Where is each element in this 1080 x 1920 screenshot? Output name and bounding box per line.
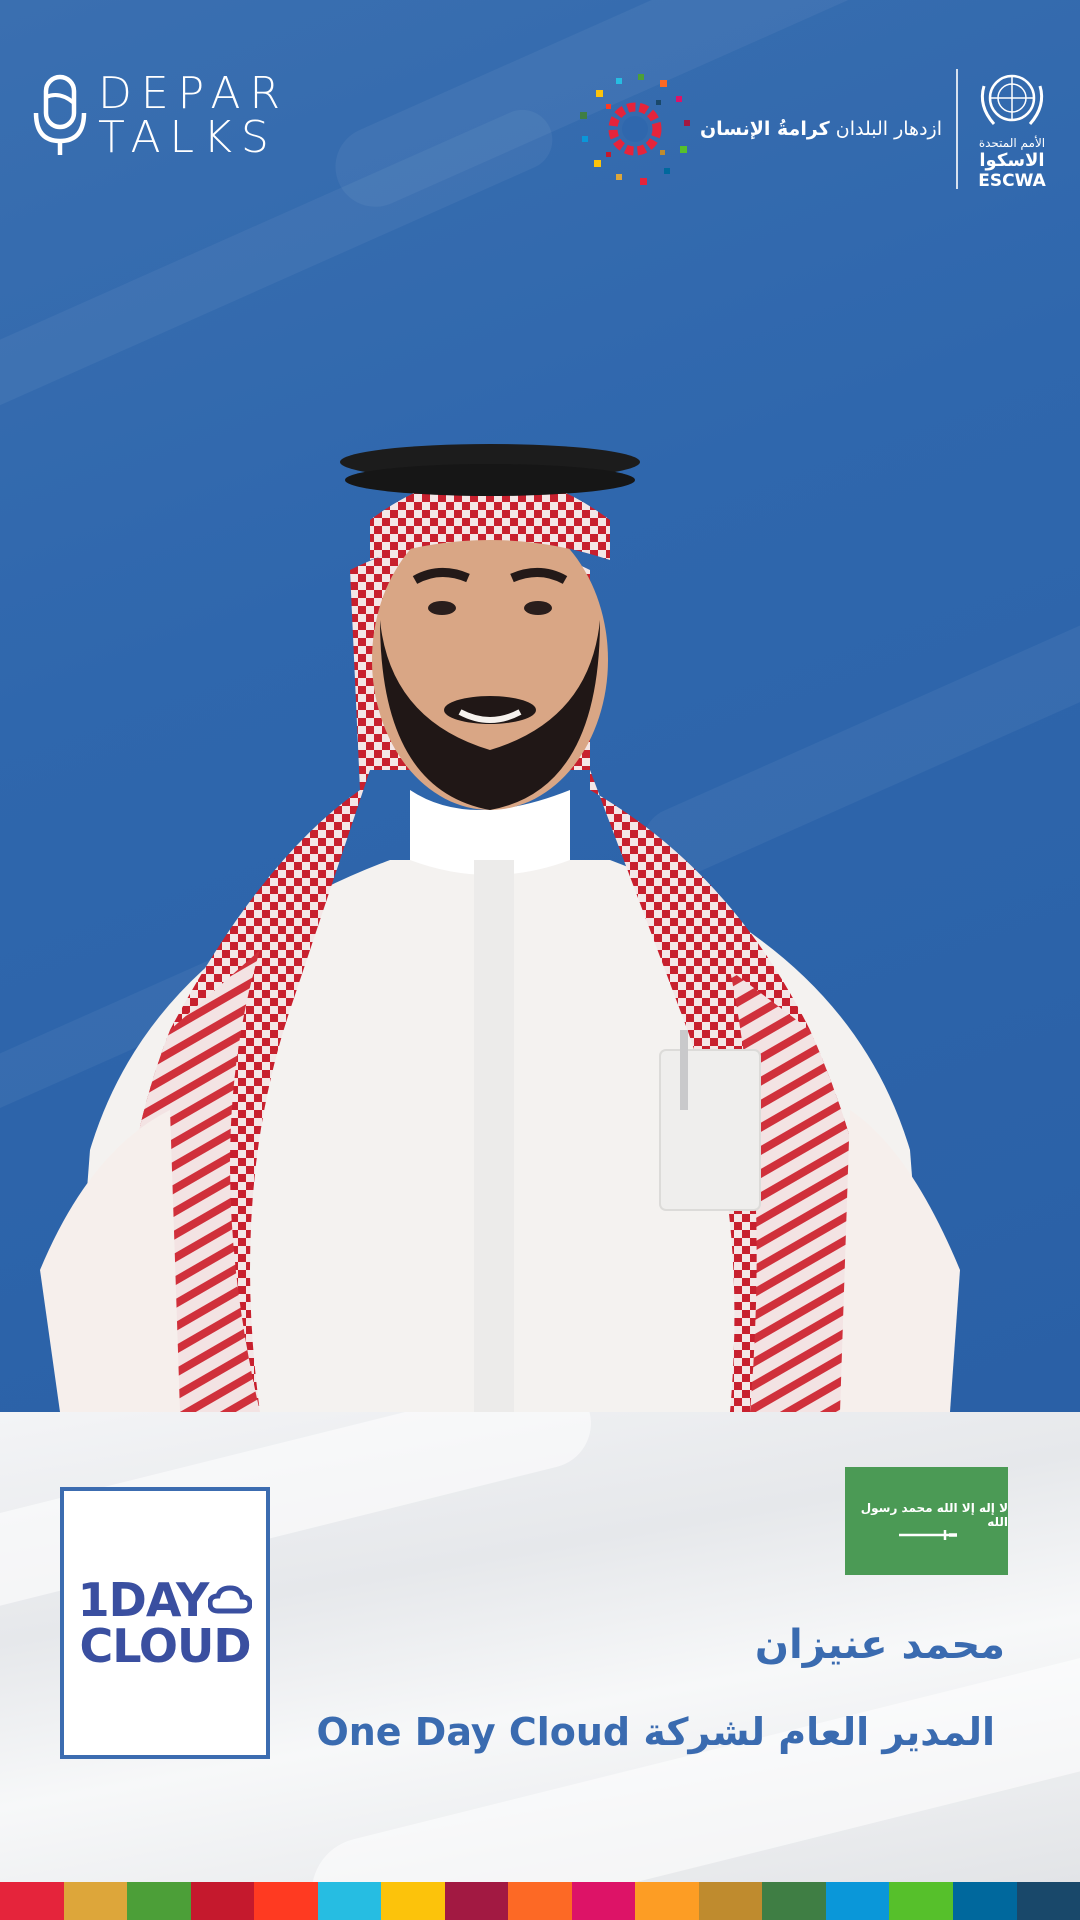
stripe-segment bbox=[254, 1882, 318, 1920]
stripe-segment bbox=[635, 1882, 699, 1920]
depar-talks-logo: DEPAR TALKS bbox=[30, 72, 289, 160]
stripe-segment bbox=[444, 1882, 509, 1920]
fabric-sheen bbox=[300, 1634, 1080, 1882]
stripe-segment bbox=[381, 1882, 445, 1920]
stripe-segment bbox=[825, 1882, 890, 1920]
un-arabic: الاسكوا bbox=[979, 150, 1045, 171]
stripe-segment bbox=[571, 1882, 636, 1920]
stripe-segment bbox=[889, 1882, 953, 1920]
speaker-name: محمد عنيزان bbox=[754, 1622, 1005, 1668]
stripe-segment bbox=[508, 1882, 572, 1920]
slogan-bold: كرامةُ الإنسان bbox=[699, 117, 830, 140]
company-logo: 1DAY CLOUD bbox=[60, 1487, 270, 1759]
stripe-segment bbox=[63, 1882, 128, 1920]
sdg-wheel-icon bbox=[579, 73, 690, 185]
partner-logos: ازدهار البلدان كرامةُ الإنسان الأمم المت… bbox=[576, 66, 1050, 191]
stripe-segment bbox=[698, 1882, 763, 1920]
saudi-flag: لا إله إلا الله محمد رسول الله bbox=[845, 1467, 1009, 1575]
stripe-segment bbox=[0, 1882, 64, 1920]
speaker-photo bbox=[40, 444, 960, 1412]
stripe-segment bbox=[127, 1882, 191, 1920]
brand-line-1: DEPAR bbox=[98, 68, 290, 119]
sdg-color-stripe bbox=[0, 1882, 1080, 1920]
cloud-icon bbox=[208, 1585, 253, 1614]
slogan-regular: ازدهار البلدان bbox=[835, 117, 942, 140]
stripe-segment bbox=[317, 1882, 382, 1920]
slogan: ازدهار البلدان كرامةُ الإنسان bbox=[700, 118, 942, 140]
un-english: ESCWA bbox=[978, 171, 1046, 191]
info-panel: 1DAY CLOUD لا إله إلا الله محمد رسول الل… bbox=[0, 1412, 1080, 1882]
un-escwa-logo: الأمم المتحدة الاسكوا ESCWA bbox=[974, 66, 1050, 191]
flag-inscription: لا إله إلا الله محمد رسول الله bbox=[860, 1501, 1009, 1529]
microphone-icon bbox=[33, 74, 87, 155]
stripe-segment bbox=[762, 1882, 826, 1920]
company-logo-line-1: 1DAY bbox=[77, 1573, 210, 1627]
brand-line-2: TALKS bbox=[98, 112, 278, 163]
stripe-segment bbox=[952, 1882, 1017, 1920]
sword-icon bbox=[898, 1530, 957, 1540]
company-logo-line-2: CLOUD bbox=[79, 1619, 251, 1673]
speaker-title: المدير العام لشركة One Day Cloud bbox=[316, 1710, 995, 1754]
stripe-segment bbox=[190, 1882, 255, 1920]
header-background: DEPAR TALKS ازدهار البلدان كرامةُ الإنسا… bbox=[0, 0, 1080, 1412]
un-arabic-small: الأمم المتحدة bbox=[978, 136, 1046, 150]
divider bbox=[956, 68, 958, 189]
stripe-segment bbox=[1016, 1882, 1080, 1920]
un-emblem-icon bbox=[980, 74, 1044, 125]
